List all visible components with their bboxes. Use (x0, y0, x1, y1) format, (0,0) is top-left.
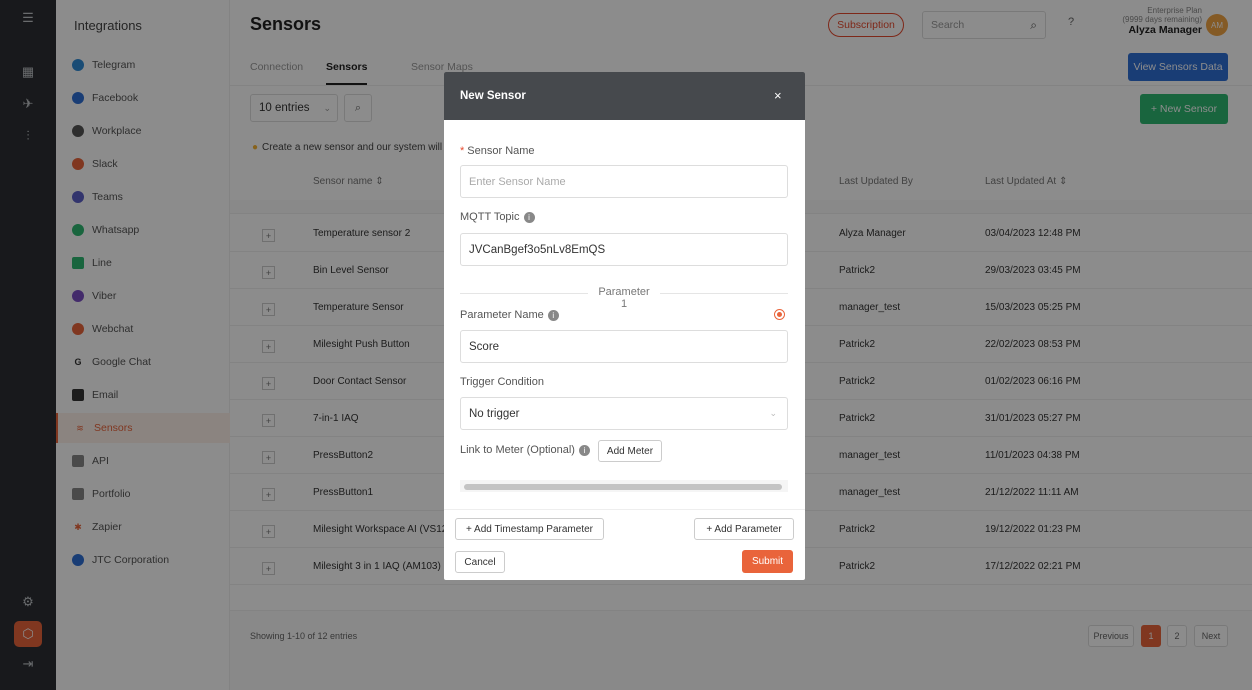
parameter-heading: Parameter 1 (598, 286, 650, 310)
scrollbar-thumb[interactable] (464, 484, 782, 490)
mqtt-topic-label: MQTT Topic i (460, 211, 535, 223)
sensor-name-label: * Sensor Name (460, 145, 535, 157)
parameter-name-label: Parameter Name i (460, 309, 559, 321)
link-to-meter-label: Link to Meter (Optional) i (460, 444, 590, 456)
add-meter-button[interactable]: Add Meter (598, 440, 662, 462)
submit-button[interactable]: Submit (742, 550, 793, 573)
divider-line-right (660, 293, 788, 294)
horizontal-scrollbar[interactable] (460, 480, 788, 492)
info-icon[interactable]: i (578, 444, 590, 456)
modal-footer-divider (444, 509, 805, 510)
add-timestamp-parameter-button[interactable]: + Add Timestamp Parameter (455, 518, 604, 540)
info-icon[interactable]: i (547, 309, 559, 321)
parameter-divider: Parameter 1 (460, 286, 788, 310)
close-icon[interactable]: × (774, 88, 782, 103)
parameter-name-input[interactable]: Score (460, 330, 788, 363)
divider-line-left (460, 293, 588, 294)
chevron-down-icon: ⌄ (769, 408, 777, 418)
trigger-condition-label: Trigger Condition (460, 376, 544, 388)
modal-header: New Sensor × (444, 72, 805, 120)
required-marker: * (460, 145, 465, 157)
add-parameter-button[interactable]: + Add Parameter (694, 518, 794, 540)
new-sensor-modal: New Sensor × * Sensor Name Enter Sensor N… (444, 72, 805, 580)
parameter-radio[interactable] (774, 309, 785, 320)
modal-title: New Sensor (460, 90, 526, 102)
mqtt-topic-input[interactable]: JVCanBgef3o5nLv8EmQS (460, 233, 788, 266)
cancel-button[interactable]: Cancel (455, 551, 505, 573)
sensor-name-input[interactable]: Enter Sensor Name (460, 165, 788, 198)
info-icon[interactable]: i (523, 211, 535, 223)
trigger-condition-select[interactable]: No trigger ⌄ (460, 397, 788, 430)
